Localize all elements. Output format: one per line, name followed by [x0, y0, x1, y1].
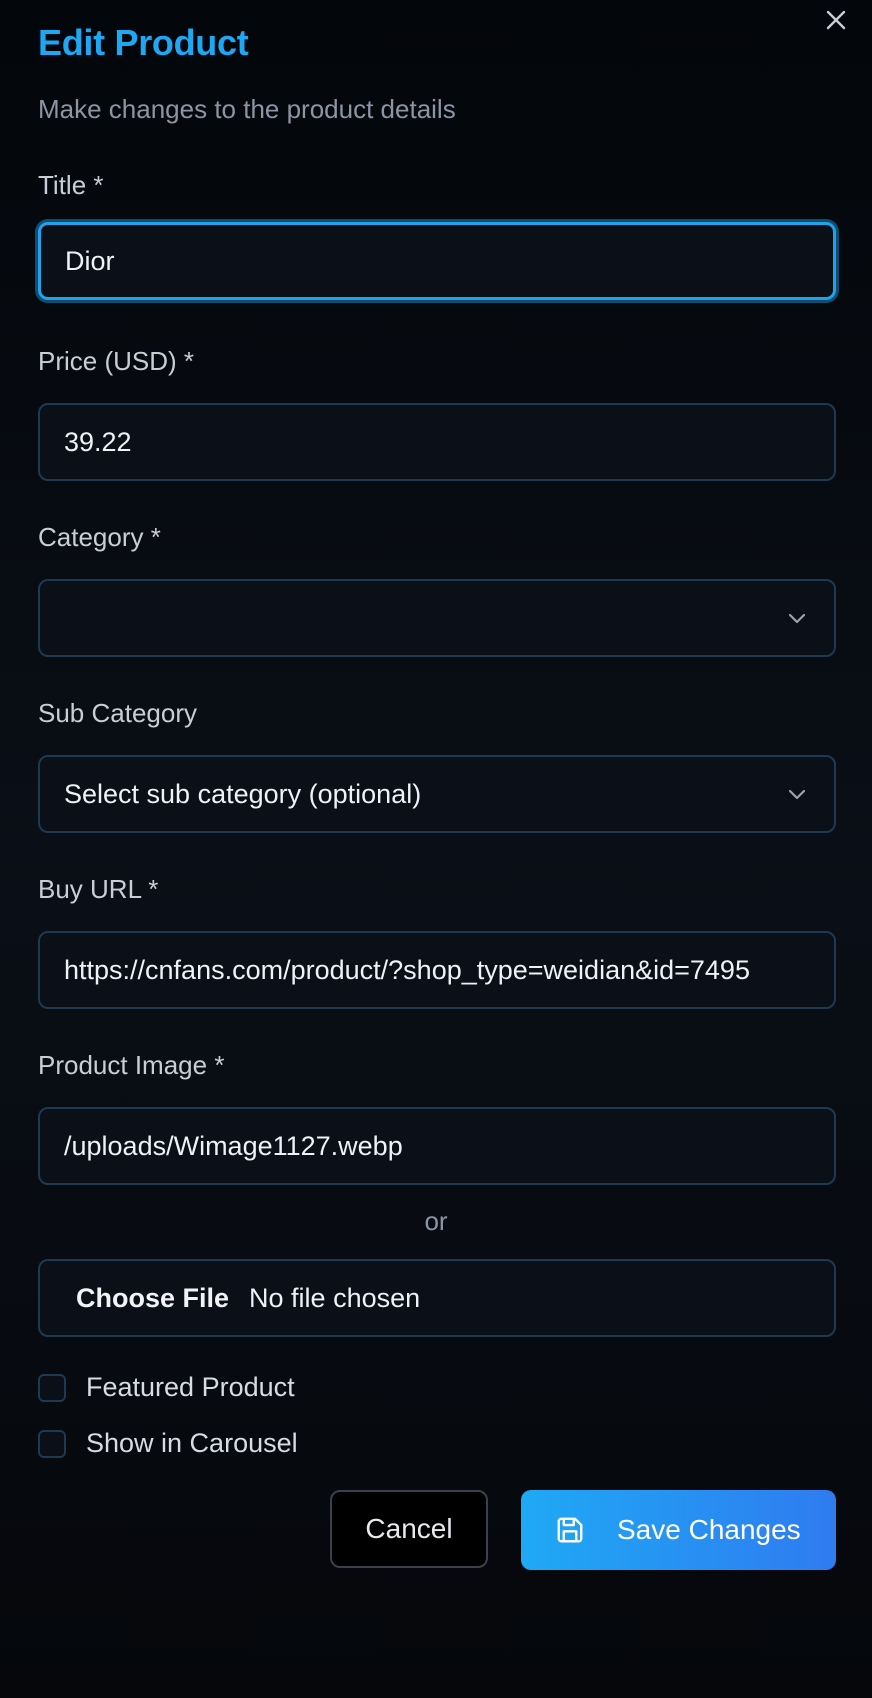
chevron-down-icon: [788, 789, 806, 800]
choose-file-button[interactable]: Choose File: [76, 1283, 229, 1314]
price-input-value: 39.22: [64, 426, 132, 457]
featured-product-checkbox[interactable]: [38, 1373, 66, 1402]
price-input[interactable]: 39.22: [38, 403, 836, 481]
product-image-input[interactable]: /uploads/Wimage1127.webp: [38, 1107, 836, 1185]
close-icon: [826, 10, 846, 30]
dialog-title: Edit Product: [38, 22, 249, 63]
product-image-input-value: /uploads/Wimage1127.webp: [64, 1130, 403, 1161]
title-label: Title *: [38, 170, 104, 200]
sub-category-select-value: Select sub category (optional): [64, 778, 422, 809]
save-icon: [557, 1517, 583, 1543]
cancel-button-label: Cancel: [365, 1513, 453, 1544]
file-input[interactable]: Choose File No file chosen: [38, 1259, 836, 1337]
dialog-subtitle: Make changes to the product details: [38, 94, 456, 124]
file-status-text: No file chosen: [249, 1282, 421, 1313]
close-button[interactable]: [820, 4, 852, 36]
title-input[interactable]: Dior: [38, 222, 836, 300]
sub-category-label: Sub Category: [38, 698, 197, 728]
sub-category-select[interactable]: Select sub category (optional): [38, 755, 836, 833]
price-label: Price (USD) *: [38, 346, 195, 376]
edit-product-dialog: Edit Product Make changes to the product…: [0, 0, 872, 1698]
show-in-carousel-row[interactable]: Show in Carousel: [38, 1428, 298, 1459]
cancel-button[interactable]: Cancel: [330, 1490, 488, 1568]
title-input-value: Dior: [65, 245, 115, 276]
product-image-label: Product Image *: [38, 1050, 225, 1080]
show-in-carousel-checkbox[interactable]: [38, 1429, 66, 1458]
buy-url-input-value: https://cnfans.com/product/?shop_type=we…: [64, 954, 750, 985]
or-divider-text: or: [424, 1206, 448, 1236]
show-in-carousel-label: Show in Carousel: [86, 1428, 298, 1458]
category-label: Category *: [38, 522, 161, 552]
save-changes-label: Save Changes: [617, 1514, 801, 1545]
buy-url-input[interactable]: https://cnfans.com/product/?shop_type=we…: [38, 931, 836, 1009]
buy-url-label: Buy URL *: [38, 874, 159, 904]
category-select[interactable]: [38, 579, 836, 657]
save-changes-button[interactable]: Save Changes: [521, 1490, 836, 1570]
featured-product-row[interactable]: Featured Product: [38, 1372, 295, 1403]
chevron-down-icon: [788, 613, 806, 624]
featured-product-label: Featured Product: [86, 1372, 295, 1402]
